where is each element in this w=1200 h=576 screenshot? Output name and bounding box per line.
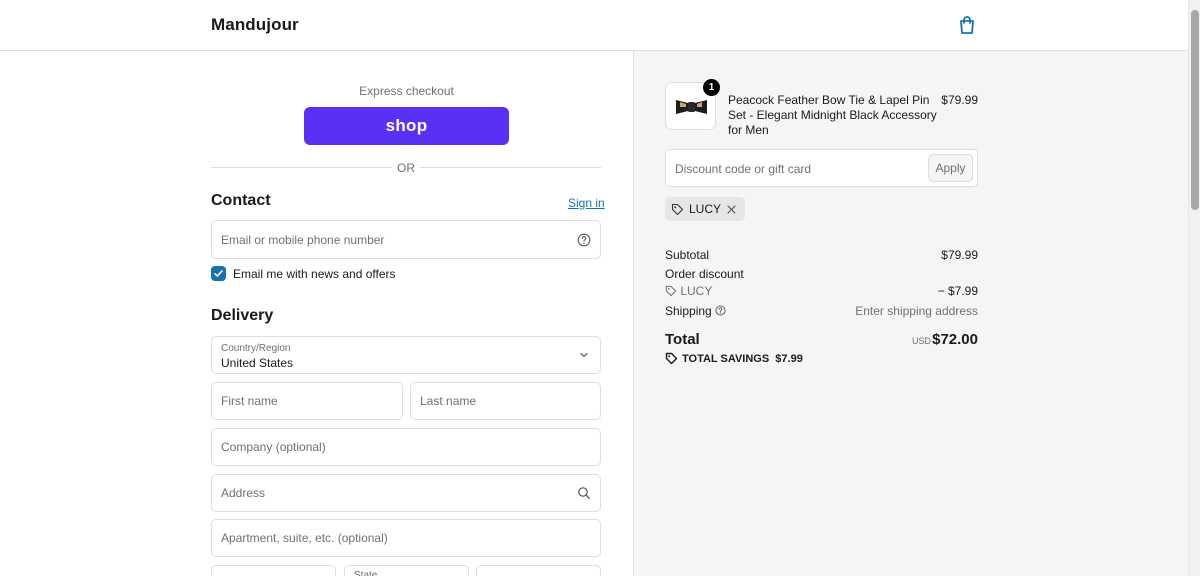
country-label: Country/Region: [221, 343, 291, 354]
tag-icon: [665, 285, 677, 297]
state-label: State: [354, 570, 378, 576]
total-label: Total: [665, 331, 700, 348]
check-icon: [214, 270, 223, 277]
product-title: Peacock Feather Bow Tie & Lapel Pin Set …: [728, 93, 937, 137]
chevron-down-icon: [580, 352, 588, 358]
applied-discount-chip: LUCY: [665, 197, 746, 221]
country-select[interactable]: Country/Region United States: [211, 336, 601, 374]
zip-field[interactable]: [476, 565, 601, 576]
discount-code-label: LUCY: [680, 284, 713, 298]
first-name-field[interactable]: First name: [211, 382, 403, 420]
scrollbar[interactable]: [1188, 0, 1200, 576]
order-discount-row: Order discount: [665, 267, 978, 281]
subtotal-label: Subtotal: [665, 248, 710, 262]
city-field[interactable]: [211, 565, 336, 576]
apartment-field[interactable]: Apartment, suite, etc. (optional): [211, 519, 601, 557]
contact-title: Contact: [211, 192, 271, 209]
apartment-placeholder: Apartment, suite, etc. (optional): [221, 531, 388, 545]
header: Mandujour: [0, 0, 1188, 51]
tag-icon: [671, 203, 684, 215]
discount-placeholder: Discount code or gift card: [675, 162, 812, 176]
shop-pay-button[interactable]: shop: [304, 107, 509, 145]
sign-in-link[interactable]: Sign in: [568, 196, 605, 210]
order-discount-label: Order discount: [665, 267, 744, 281]
express-checkout-label: Express checkout: [359, 84, 454, 98]
email-placeholder: Email or mobile phone number: [221, 232, 385, 247]
last-name-field[interactable]: Last name: [410, 382, 601, 420]
newsletter-checkbox[interactable]: [211, 266, 226, 281]
shopping-bag-icon[interactable]: [957, 15, 977, 35]
shipping-label: Shipping: [665, 304, 712, 318]
newsletter-label: Email me with news and offers: [233, 267, 396, 281]
savings-text: TOTAL SAVINGS $7.99: [682, 352, 803, 365]
order-summary: 1 Peacock Feather Bow Tie & Lapel Pin Se…: [633, 51, 1188, 576]
email-field[interactable]: Email or mobile phone number: [211, 220, 601, 259]
last-name-placeholder: Last name: [420, 394, 477, 408]
subtotal-value: $79.99: [941, 248, 978, 262]
applied-code: LUCY: [689, 202, 722, 216]
shipping-value: Enter shipping address: [855, 304, 978, 318]
apply-button[interactable]: Apply: [928, 154, 973, 182]
address-placeholder: Address: [221, 486, 266, 500]
total-savings: TOTAL SAVINGS $7.99: [665, 352, 803, 365]
help-circle-icon[interactable]: [577, 233, 591, 247]
shipping-row: Shipping Enter shipping address: [665, 304, 978, 318]
company-field[interactable]: Company (optional): [211, 428, 601, 466]
checkout-form: Express checkout shop OR Contact Sign in…: [0, 51, 633, 576]
brand-logo[interactable]: Mandujour: [211, 15, 299, 35]
discount-code-input[interactable]: Discount code or gift card Apply: [665, 149, 978, 187]
product-price: $79.99: [941, 93, 978, 107]
delivery-title: Delivery: [211, 307, 274, 324]
search-icon: [578, 487, 590, 499]
savings-tag-icon: [665, 352, 678, 365]
subtotal-row: Subtotal $79.99: [665, 248, 978, 262]
country-value: United States: [221, 356, 294, 370]
total-value: $72.00: [932, 331, 978, 348]
currency-code: USD: [912, 336, 932, 346]
address-field[interactable]: Address: [211, 474, 601, 512]
discount-code-row: LUCY − $7.99: [665, 284, 978, 298]
scrollbar-thumb[interactable]: [1191, 10, 1199, 210]
discount-value: − $7.99: [937, 284, 978, 298]
or-divider-text: OR: [392, 161, 420, 175]
quantity-badge: 1: [703, 79, 720, 96]
remove-icon[interactable]: [726, 204, 737, 215]
state-select[interactable]: State: [344, 565, 469, 576]
help-circle-icon[interactable]: [715, 305, 726, 316]
company-placeholder: Company (optional): [221, 440, 326, 454]
first-name-placeholder: First name: [221, 394, 278, 408]
